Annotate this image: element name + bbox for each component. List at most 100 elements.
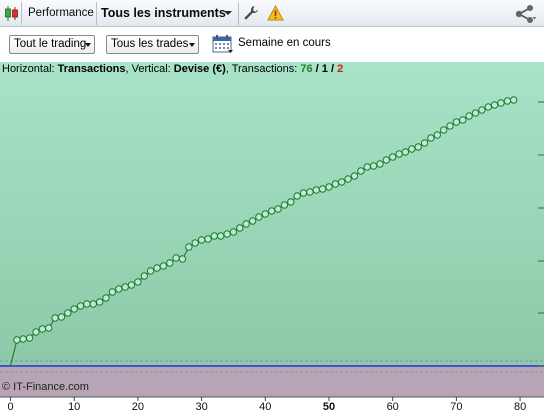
data-point[interactable] [229,228,238,236]
data-point[interactable] [490,101,499,109]
horizontal-value: Transactions [57,63,126,75]
data-point[interactable] [191,239,199,247]
instruments-dropdown[interactable]: Tous les instruments [97,0,238,27]
data-point[interactable] [503,97,512,105]
data-point[interactable] [280,201,289,209]
transactions-prefix: , Transactions: [225,63,301,75]
data-point[interactable] [306,188,314,196]
data-point[interactable] [51,314,59,322]
x-tick-label: 70 [450,401,462,413]
data-point[interactable] [433,131,441,139]
data-point[interactable] [299,189,308,197]
data-point[interactable] [312,186,320,194]
equity-chart[interactable]: 0 10 20 30 40 50 60 70 80 Horizontal: Transactio… [0,62,544,414]
data-point[interactable] [287,198,295,206]
data-point[interactable] [159,262,168,270]
data-point[interactable] [140,272,149,280]
data-point[interactable] [478,106,486,114]
count-separator: / [327,63,338,75]
data-point[interactable] [344,175,352,183]
data-point[interactable] [401,148,410,156]
data-point[interactable] [338,178,346,186]
data-point[interactable] [32,328,40,336]
data-point[interactable] [96,298,104,306]
chart-canvas: 0 10 20 30 40 50 60 70 80 [0,62,544,414]
data-point[interactable] [70,305,78,313]
data-point[interactable] [76,302,85,310]
data-point[interactable] [357,167,365,175]
data-point[interactable] [440,126,448,134]
data-point[interactable] [293,192,301,200]
data-point[interactable] [64,309,72,317]
data-point[interactable] [25,334,34,342]
data-point[interactable] [172,254,180,262]
data-point[interactable] [242,220,250,228]
data-point[interactable] [108,288,117,296]
data-point[interactable] [268,207,276,215]
data-point[interactable] [121,283,129,291]
share-icon[interactable] [513,4,537,24]
data-point[interactable] [452,118,461,126]
data-point[interactable] [465,112,473,120]
performance-button[interactable]: Performance [22,0,96,27]
data-point[interactable] [446,122,454,130]
candlestick-icon[interactable] [4,5,20,22]
warning-icon[interactable] [267,5,284,21]
calendar-icon[interactable] [212,34,234,54]
data-point[interactable] [153,264,161,272]
data-point[interactable] [510,96,518,104]
data-point[interactable] [414,143,422,151]
trades-filter-select[interactable]: Tous les trades [106,35,199,54]
data-point[interactable] [497,99,505,107]
data-point[interactable] [261,210,269,218]
chevron-down-icon [85,43,91,47]
data-point[interactable] [427,134,435,142]
data-point[interactable] [217,232,225,240]
data-point[interactable] [19,335,27,343]
data-point[interactable] [185,243,193,251]
data-point[interactable] [325,183,333,191]
data-point[interactable] [57,313,66,321]
data-point[interactable] [389,153,397,161]
data-point[interactable] [420,139,429,147]
x-tick-label: 0 [7,401,13,413]
data-point[interactable] [89,300,98,308]
data-point[interactable] [248,217,257,225]
data-point[interactable] [369,162,378,170]
data-point[interactable] [363,163,371,171]
data-point[interactable] [178,255,187,263]
data-point[interactable] [223,230,231,238]
horizontal-prefix: Horizontal: [2,63,58,75]
data-point[interactable] [331,180,340,188]
wrench-icon[interactable] [243,5,259,21]
data-point[interactable] [197,236,206,244]
data-point[interactable] [127,281,136,289]
data-point[interactable] [318,185,327,193]
data-point[interactable] [83,300,91,308]
data-point[interactable] [146,267,155,275]
data-point[interactable] [255,213,263,221]
data-point[interactable] [102,294,110,302]
chevron-down-icon [189,43,195,47]
data-point[interactable] [471,109,480,117]
data-point[interactable] [210,232,219,240]
data-point[interactable] [376,160,384,168]
toolbar: Performance Tous les instruments [0,0,544,27]
data-point[interactable] [484,103,492,111]
data-point[interactable] [38,325,47,333]
data-point[interactable] [134,278,142,286]
data-point[interactable] [204,235,212,243]
data-point[interactable] [274,205,282,213]
data-point[interactable] [350,172,359,180]
data-point[interactable] [166,259,174,267]
trading-filter-select[interactable]: Tout le trading [9,35,95,54]
data-point[interactable] [408,145,416,153]
winning-count: 76 [300,63,313,75]
data-point[interactable] [45,324,53,332]
data-point[interactable] [459,116,467,124]
data-point[interactable] [395,150,403,158]
data-point[interactable] [13,336,21,344]
data-point[interactable] [382,156,390,164]
data-point[interactable] [236,224,244,232]
data-point[interactable] [115,285,123,293]
